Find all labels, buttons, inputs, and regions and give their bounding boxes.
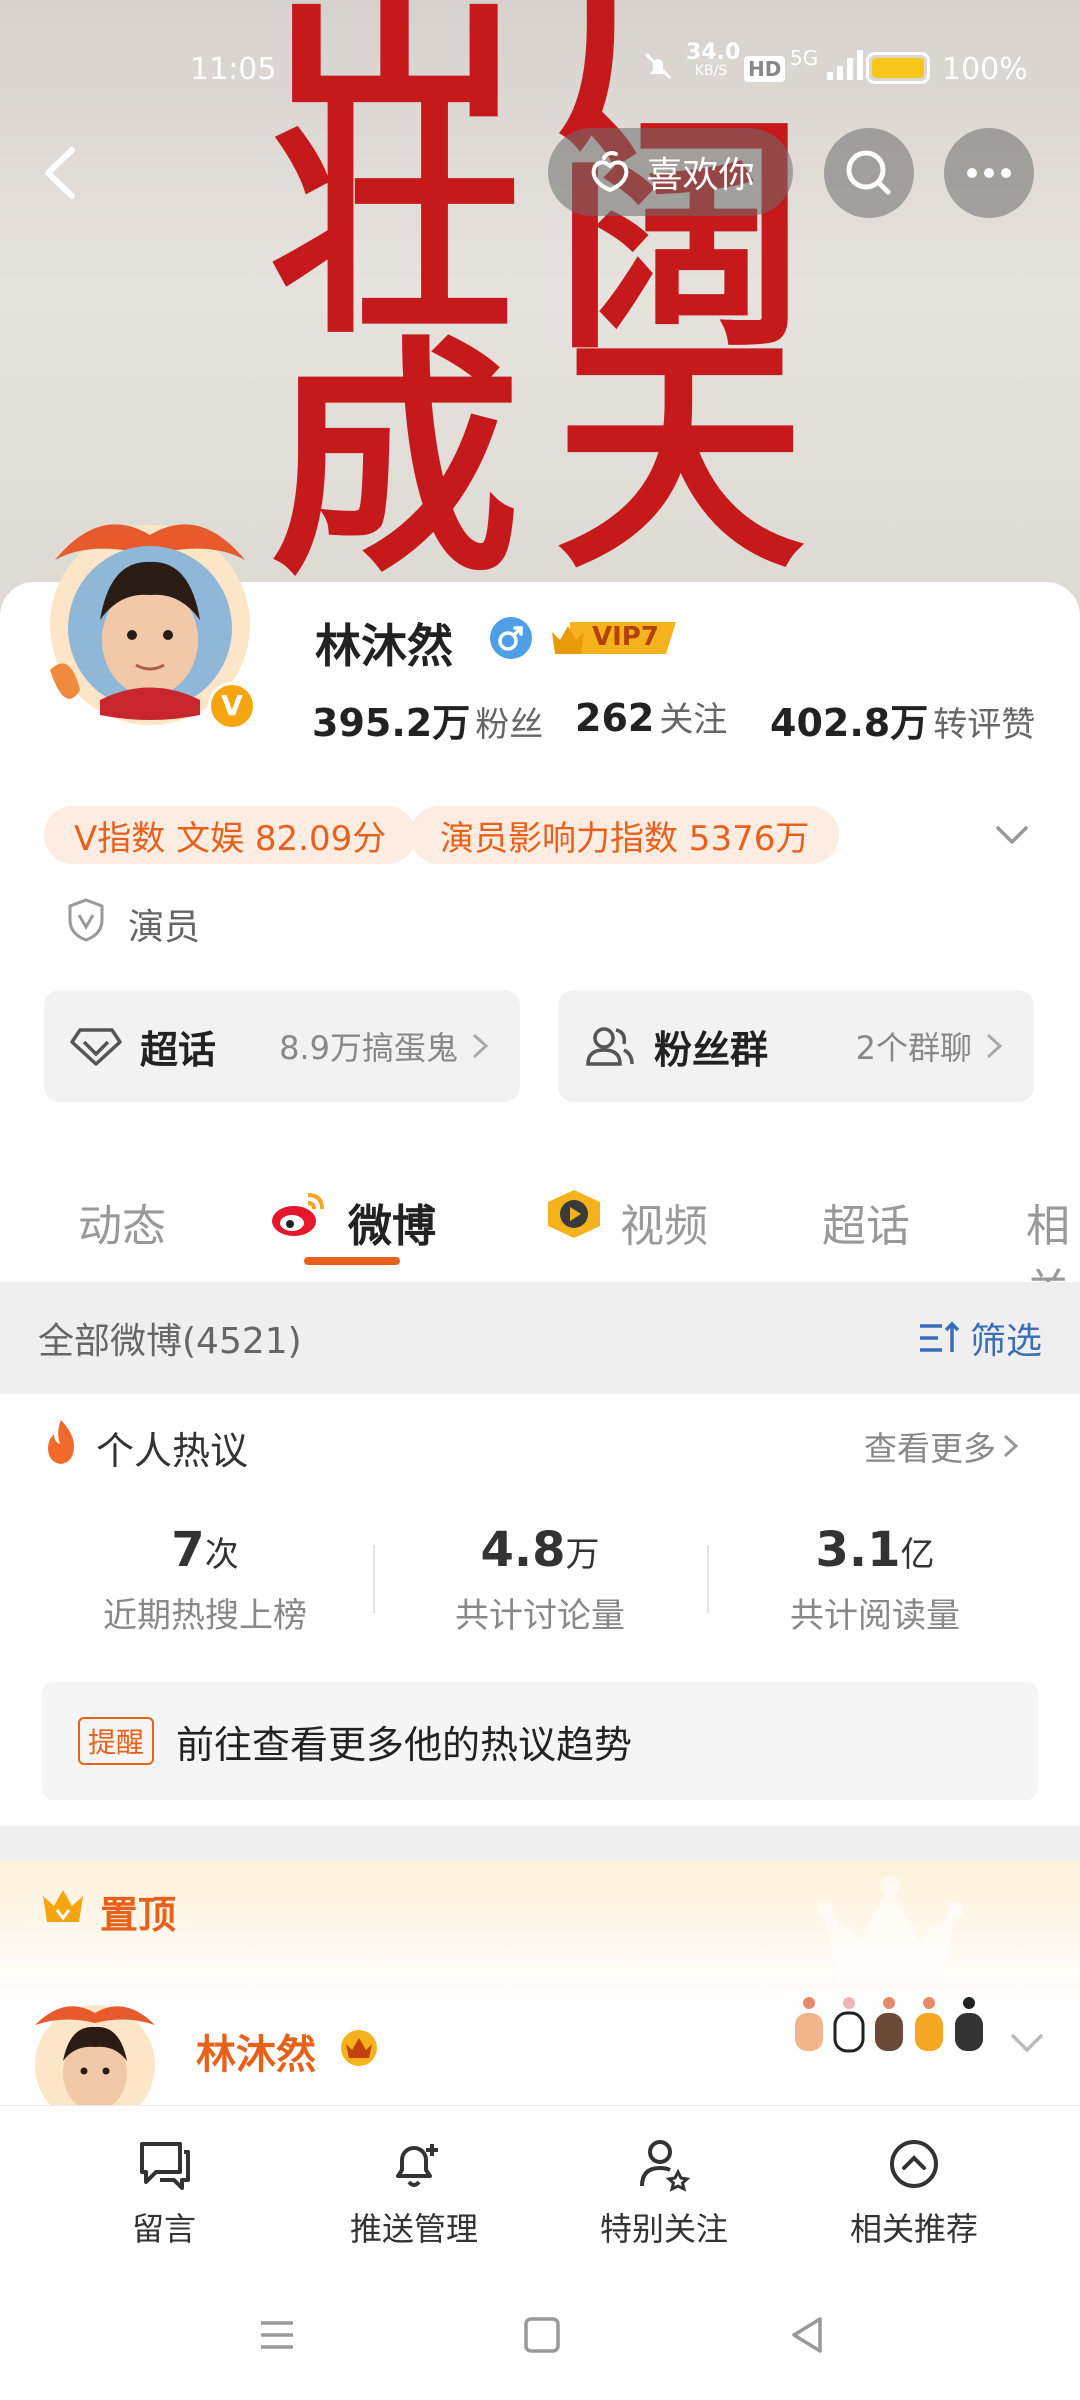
net-speed: 34.0 KB/S [686,40,741,80]
stat-following[interactable]: 262 关注 [575,692,727,741]
back-triangle-icon[interactable] [786,2313,830,2361]
like-you-label: 喜欢你 [646,155,755,196]
reminder-tag: 提醒 [78,1717,155,1765]
fans-group-sub: 2个群聊 [855,1029,972,1067]
back-arrow-icon [45,147,75,199]
tab-weibo[interactable]: 微博 [348,1190,436,1254]
filter-button[interactable]: 筛选 [916,1312,1042,1364]
filter-bar: 全部微博(4521) 筛选 [0,1282,1080,1394]
wall-char: 壮 [270,73,520,367]
chevron-right-icon [1003,1434,1019,1458]
tab-dynamic[interactable]: 动态 [78,1190,166,1254]
supertopic-sub: 8.9万搞蛋鬼 [279,1029,458,1067]
post-menu-chevron-icon[interactable] [1005,2020,1049,2068]
shield-v-icon [64,896,108,948]
search-icon [846,150,891,195]
chevron-right-icon [472,1033,489,1059]
related-recommend-button[interactable]: 相关推荐 [814,2136,1014,2250]
section-gap [0,1826,1080,1860]
like-peach-icon [592,151,629,193]
avatar[interactable]: V [40,500,260,740]
bottom-action-bar: 留言 推送管理 特别关注 相关推荐 [0,2105,1080,2276]
chevron-right-icon [986,1033,1003,1059]
weibo-logo-icon [268,1187,328,1245]
wall-char: 成 [270,313,520,607]
supertopic-button[interactable]: 超话 8.9万搞蛋鬼 [44,990,520,1102]
system-nav-bar [0,2275,1080,2400]
menu-icon[interactable] [255,2313,299,2361]
tab-supertopic[interactable]: 超话 [822,1190,910,1254]
actor-index-tag[interactable]: 演员影响力指数 5376万 [410,806,840,864]
message-icon [140,2142,190,2190]
role-label: 演员 [128,907,201,948]
more-dots-icon [967,168,1011,178]
users-icon [586,1027,634,1066]
chevron-up-circle-icon [890,2140,938,2188]
push-settings-button[interactable]: 推送管理 [314,2136,514,2250]
fans-group-button[interactable]: 粉丝群 2个群聊 [558,990,1034,1102]
video-play-icon [544,1188,604,1244]
vip-crown-small-icon [336,2024,382,2072]
view-more-link[interactable]: 查看更多 [864,1422,1024,1470]
home-icon[interactable] [520,2313,564,2361]
hot-title: 个人热议 [96,1429,249,1473]
more-button[interactable] [944,128,1034,218]
message-button[interactable]: 留言 [64,2136,264,2250]
divider [707,1545,709,1613]
tab-video[interactable]: 视频 [620,1190,708,1254]
reminder-banner[interactable]: 提醒 前往查看更多他的热议趋势 [42,1682,1038,1800]
mute-icon [640,48,676,88]
diamond-icon [70,1028,122,1066]
battery-percent: 100% [942,52,1028,87]
search-button[interactable] [824,128,914,218]
hd-badge: HD [744,56,786,82]
wall-char: 天 [555,308,805,602]
active-tab-indicator [304,1257,400,1265]
all-weibo-label: 全部微博(4521) [38,1321,302,1362]
filter-icon [919,1321,960,1352]
reminder-text: 前往查看更多他的热议趋势 [176,1722,633,1767]
supertopic-title: 超话 [140,1027,217,1072]
stat-likes[interactable]: 402.8万 转评赞 [770,692,1035,747]
kpi-reads[interactable]: 3.1亿 共计阅读量 [740,1522,1010,1637]
stat-followers[interactable]: 395.2万 粉丝 [312,692,543,747]
v-index-tag[interactable]: V指数 文娱 82.09分 [44,806,417,864]
signal-icon: 5G [790,46,869,82]
fire-icon [40,1418,82,1470]
post-avatar[interactable] [30,1995,160,2105]
pinned-label: 置顶 [100,1893,177,1937]
divider [373,1545,375,1613]
kpi-hot-search[interactable]: 7次 近期热搜上榜 [70,1522,340,1637]
fans-group-title: 粉丝群 [654,1027,769,1072]
special-follow-button[interactable]: 特别关注 [564,2136,764,2250]
profile-name: 林沐然 [315,619,453,673]
male-gender-icon [490,617,532,659]
post-author-name[interactable]: 林沐然 [196,2022,316,2080]
cat-paws-sticker [790,1975,1000,2059]
battery-icon [866,52,930,84]
user-star-icon [640,2140,691,2192]
vip-badge[interactable]: VIP7 [548,616,676,660]
verified-v-badge: V [208,682,256,730]
kpi-discussion[interactable]: 4.8万 共计讨论量 [405,1522,675,1637]
status-time: 11:05 [190,52,277,87]
expand-chevron-icon[interactable] [990,812,1034,860]
crown-icon [40,1886,86,1930]
back-button[interactable] [30,138,90,208]
bell-icon [396,2144,438,2187]
like-you-button[interactable]: 喜欢你 [548,128,793,216]
